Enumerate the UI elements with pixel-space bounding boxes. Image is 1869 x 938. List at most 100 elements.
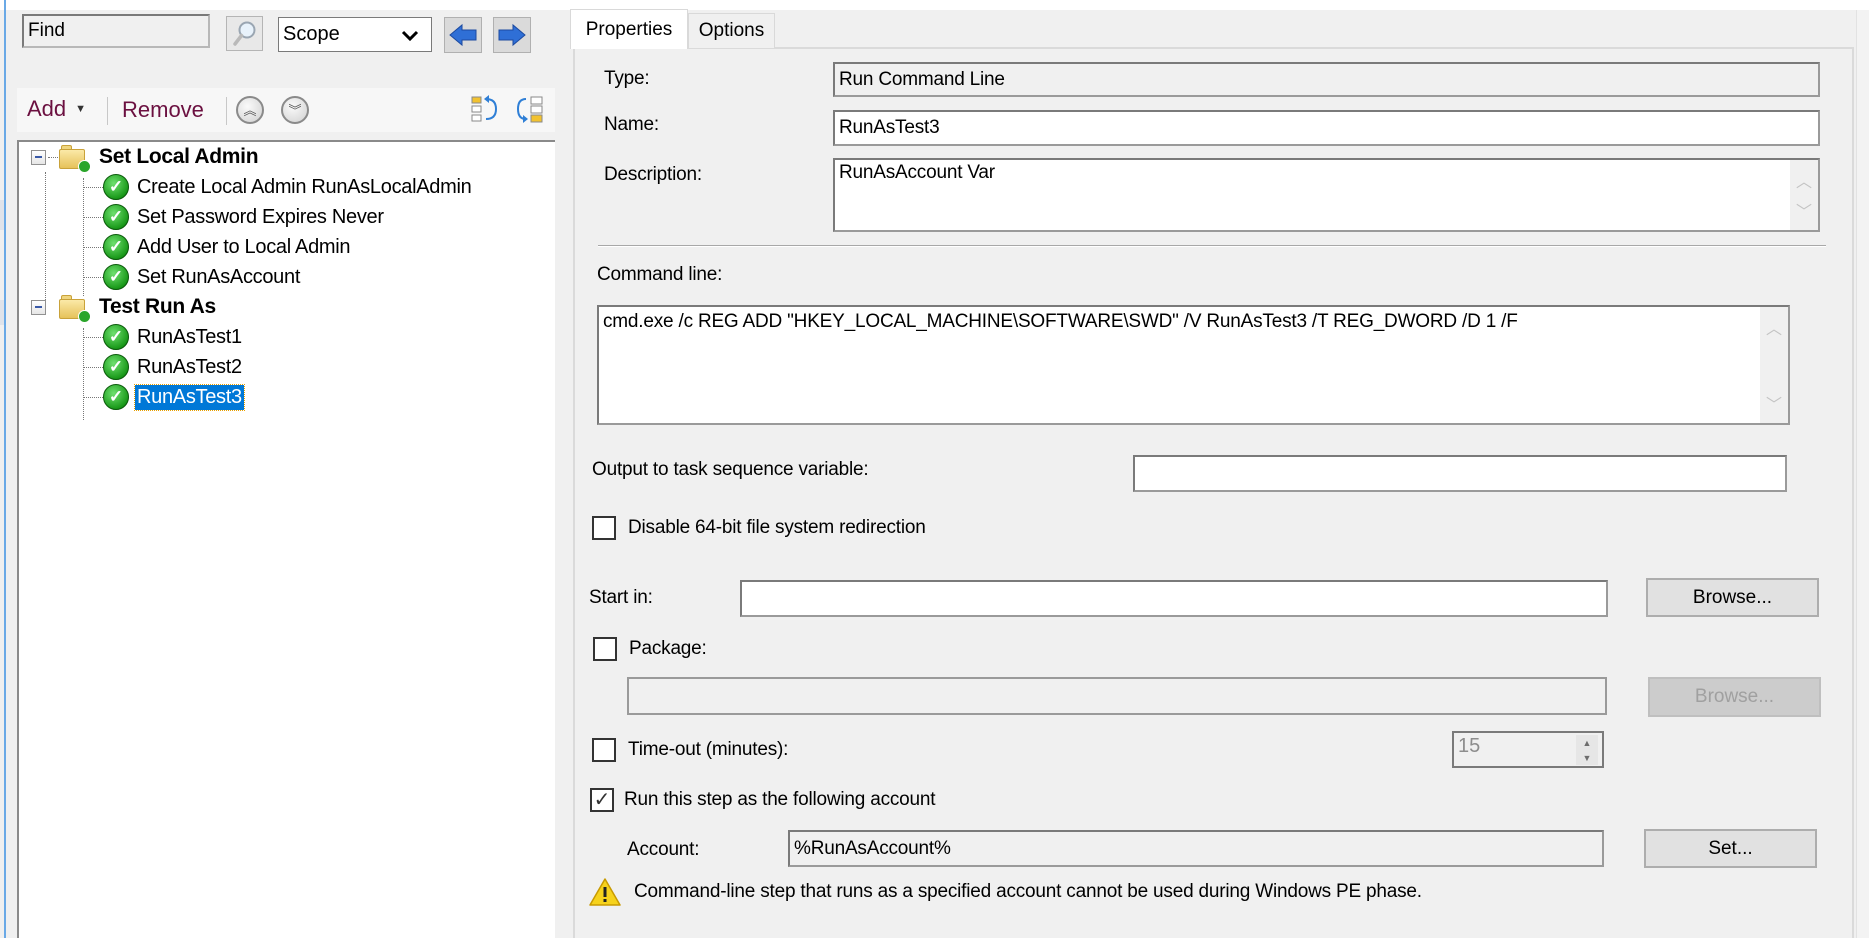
name-label: Name: [604, 114, 659, 135]
scroll-down-icon[interactable]: ﹀ [1796, 198, 1812, 222]
output-variable-label: Output to task sequence variable: [592, 459, 869, 480]
collapse-toggle[interactable] [31, 299, 46, 315]
tree-item-label: Add User to Local Admin [137, 235, 351, 258]
success-check-icon: ✓ [103, 324, 129, 350]
success-check-icon: ✓ [103, 384, 129, 410]
double-chevron-down-icon: ︾ [288, 102, 302, 118]
tab-label: Properties [585, 18, 673, 40]
task-sequence-tree[interactable]: Set Local Admin ✓ Create Local Admin Run… [17, 140, 555, 938]
tree-group-set-local-admin[interactable]: Set Local Admin [31, 142, 260, 173]
disable-redirection-checkbox-row[interactable]: Disable 64-bit file system redirection [592, 516, 926, 540]
disable-redirection-label: Disable 64-bit file system redirection [628, 517, 926, 538]
type-field [833, 62, 1820, 97]
tree-item[interactable]: ✓ RunAsTest1 [83, 322, 244, 352]
tree-item-label: Create Local Admin RunAsLocalAdmin [137, 175, 472, 198]
success-check-icon: ✓ [103, 174, 129, 200]
success-check-icon: ✓ [103, 354, 129, 380]
scroll-down-icon[interactable]: ﹀ [1766, 391, 1782, 415]
tree-connector [48, 157, 58, 158]
search-button[interactable] [226, 16, 263, 51]
description-scrollbar[interactable]: ︿ ﹀ [1790, 160, 1818, 230]
move-up-button[interactable]: ︽ [236, 96, 264, 124]
description-field-wrapper: RunAsAccount Var ︿ ﹀ [833, 158, 1820, 232]
tree-connector [83, 367, 103, 368]
start-in-label: Start in: [589, 587, 653, 608]
run-as-checkbox-row[interactable]: Run this step as the following account [590, 788, 936, 812]
add-menu-button[interactable]: Add ▼ [27, 96, 86, 122]
right-edge [1856, 10, 1869, 938]
toolbar-separator [107, 97, 108, 125]
command-line-scrollbar[interactable]: ︿ ﹀ [1760, 307, 1788, 423]
spin-down-icon[interactable]: ▼ [1583, 753, 1592, 763]
add-label: Add [27, 96, 67, 121]
tree-group-test-run-as[interactable]: Test Run As [31, 292, 218, 323]
tree-item[interactable]: ✓ RunAsTest2 [83, 352, 244, 382]
warning-message: Command-line step that runs as a specifi… [588, 877, 1422, 907]
tree-item-selected[interactable]: ✓ RunAsTest3 [83, 382, 245, 412]
expand-all-button[interactable] [514, 95, 546, 133]
tree-item-label: RunAsTest2 [137, 355, 242, 378]
spinner-arrows[interactable]: ▲ ▼ [1576, 735, 1598, 765]
spin-up-icon[interactable]: ▲ [1583, 738, 1592, 748]
tab-options[interactable]: Options [688, 13, 775, 48]
tree-item-label: RunAsTest3 [134, 383, 245, 411]
expand-all-icon [516, 96, 543, 123]
chevron-down-icon [401, 30, 419, 42]
tree-item[interactable]: ✓ Add User to Local Admin [83, 232, 352, 262]
double-chevron-up-icon: ︽ [243, 102, 257, 118]
collapse-all-button[interactable] [470, 95, 500, 131]
command-line-wrapper: cmd.exe /c REG ADD "HKEY_LOCAL_MACHINE\S… [597, 305, 1790, 425]
separator [598, 245, 1826, 247]
timeout-spinner[interactable]: 15 ▲ ▼ [1452, 731, 1604, 768]
timeout-checkbox[interactable] [592, 738, 616, 762]
run-as-checkbox[interactable] [590, 788, 614, 812]
tree-item[interactable]: ✓ Set RunAsAccount [83, 262, 302, 292]
window-edge [4, 0, 6, 938]
find-input[interactable] [22, 14, 210, 48]
tree-connector [83, 277, 103, 278]
tree-connector [83, 217, 103, 218]
arrow-left-icon [449, 23, 477, 47]
output-variable-field[interactable] [1133, 455, 1787, 492]
start-in-field[interactable] [740, 580, 1608, 617]
package-checkbox-row[interactable]: Package: [593, 637, 707, 661]
disable-redirection-checkbox[interactable] [592, 516, 616, 540]
tab-properties[interactable]: Properties [570, 9, 688, 49]
package-field [627, 677, 1607, 715]
description-field[interactable]: RunAsAccount Var [833, 158, 1820, 232]
warning-icon [589, 878, 621, 906]
timeout-value: 15 [1458, 735, 1481, 757]
type-label: Type: [604, 68, 650, 89]
tree-item-label: Set Password Expires Never [137, 205, 384, 228]
dropdown-arrow-icon: ▼ [75, 103, 87, 115]
timeout-label: Time-out (minutes): [628, 739, 789, 760]
pane-splitter[interactable] [555, 130, 565, 938]
forward-button[interactable] [493, 17, 531, 53]
scroll-up-icon[interactable]: ︿ [1796, 168, 1812, 192]
tree-item[interactable]: ✓ Set Password Expires Never [83, 202, 386, 232]
folder-group-icon [59, 145, 91, 173]
scope-dropdown[interactable]: Scope [278, 17, 432, 52]
tree-item[interactable]: ✓ Create Local Admin RunAsLocalAdmin [83, 172, 473, 202]
collapse-all-icon [471, 95, 498, 122]
tree-connector [45, 172, 46, 312]
package-checkbox[interactable] [593, 637, 617, 661]
timeout-checkbox-row[interactable]: Time-out (minutes): [592, 738, 788, 762]
package-label: Package: [629, 638, 707, 659]
move-down-button[interactable]: ︾ [281, 96, 309, 124]
back-button[interactable] [444, 17, 482, 53]
remove-button[interactable]: Remove [122, 97, 204, 123]
set-account-button[interactable]: Set... [1644, 829, 1817, 868]
scroll-up-icon[interactable]: ︿ [1766, 315, 1782, 339]
warning-text: Command-line step that runs as a specifi… [634, 881, 1422, 902]
tree-connector [83, 337, 103, 338]
tree-item-label: Set RunAsAccount [137, 265, 301, 288]
collapse-toggle[interactable] [31, 149, 46, 165]
success-check-icon: ✓ [103, 264, 129, 290]
tree-item-label: RunAsTest1 [137, 325, 242, 348]
command-line-field[interactable]: cmd.exe /c REG ADD "HKEY_LOCAL_MACHINE\S… [597, 305, 1790, 425]
tree-connector [83, 397, 103, 398]
start-in-browse-button[interactable]: Browse... [1646, 578, 1819, 617]
name-field[interactable] [833, 110, 1820, 146]
account-field [788, 830, 1604, 867]
